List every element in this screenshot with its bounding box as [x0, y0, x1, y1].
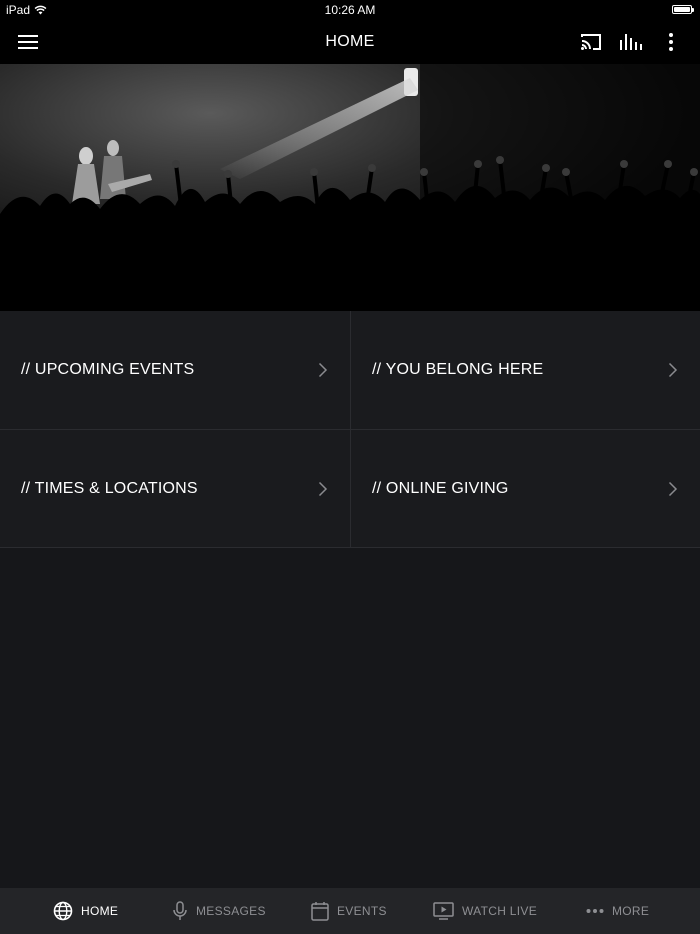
tile-upcoming-events[interactable]: // UPCOMING EVENTS: [0, 311, 350, 429]
globe-icon: [53, 901, 73, 921]
battery-icon: [672, 5, 694, 14]
overflow-menu-button[interactable]: [656, 28, 686, 56]
tile-label: // YOU BELONG HERE: [372, 361, 544, 378]
tab-label: HOME: [81, 904, 119, 918]
chevron-right-icon: [668, 481, 678, 497]
divider: [350, 311, 351, 548]
play-screen-icon: [433, 902, 454, 920]
tab-more[interactable]: MORE: [586, 888, 649, 934]
microphone-icon: [173, 901, 187, 920]
status-time: 10:26 AM: [324, 3, 376, 17]
more-dots-icon: [586, 909, 604, 913]
tab-events[interactable]: EVENTS: [311, 888, 387, 934]
concert-photo: [0, 64, 700, 311]
audio-button[interactable]: [616, 28, 646, 56]
tab-label: MORE: [612, 904, 650, 918]
chevron-right-icon: [318, 481, 328, 497]
tile-label: // ONLINE GIVING: [372, 480, 509, 497]
tab-label: WATCH LIVE: [462, 904, 538, 918]
cast-button[interactable]: [576, 28, 606, 56]
tab-label: EVENTS: [337, 904, 387, 918]
tile-label: // TIMES & LOCATIONS: [21, 480, 198, 497]
tile-you-belong-here[interactable]: // YOU BELONG HERE: [351, 311, 700, 429]
tile-label: // UPCOMING EVENTS: [21, 361, 195, 378]
hero-image: [0, 64, 700, 311]
calendar-icon: [311, 902, 329, 921]
cast-icon: [581, 34, 601, 50]
tab-watch-live[interactable]: WATCH LIVE: [433, 888, 537, 934]
tab-home[interactable]: HOME: [53, 888, 118, 934]
chevron-right-icon: [318, 362, 328, 378]
status-bar: iPad 10:26 AM: [0, 0, 700, 20]
tile-times-locations[interactable]: // TIMES & LOCATIONS: [0, 430, 350, 548]
chevron-right-icon: [668, 362, 678, 378]
nav-bar: HOME: [0, 20, 700, 64]
equalizer-icon: [620, 34, 642, 50]
tab-messages[interactable]: MESSAGES: [172, 888, 266, 934]
vertical-dots-icon: [669, 33, 673, 51]
tab-label: MESSAGES: [196, 904, 266, 918]
tile-online-giving[interactable]: // ONLINE GIVING: [351, 430, 700, 548]
tab-bar: HOME MESSAGES EVENTS WATCH LIVE MORE: [0, 888, 700, 934]
